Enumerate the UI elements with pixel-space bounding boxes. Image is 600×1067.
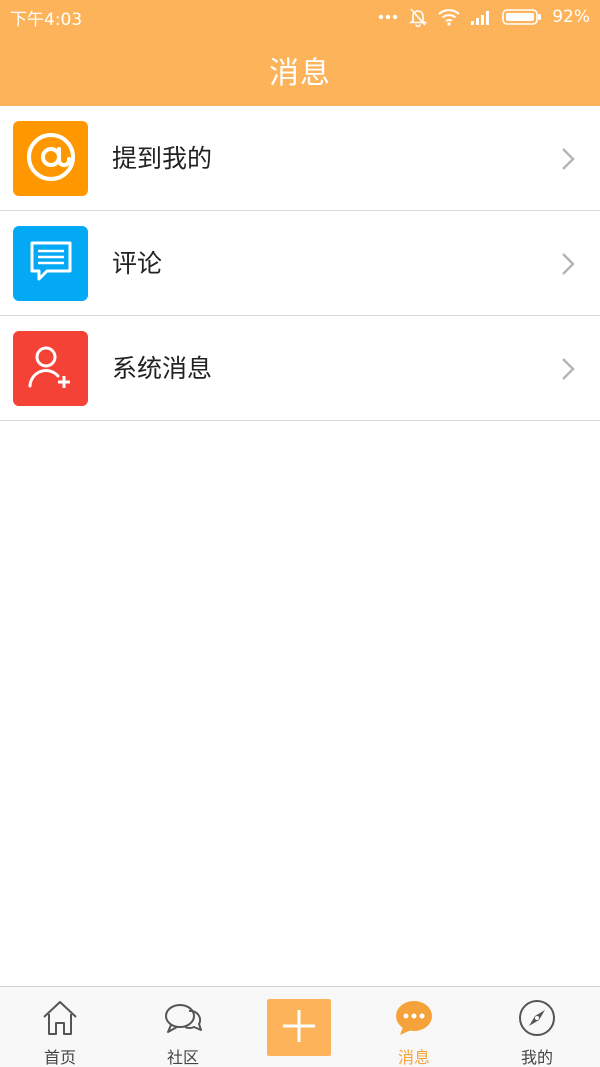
comment-icon bbox=[27, 239, 75, 289]
message-icon bbox=[394, 987, 434, 1042]
list-item-comments[interactable]: 评论 bbox=[0, 211, 600, 316]
list-item-mentions[interactable]: 提到我的 bbox=[0, 106, 600, 211]
bottom-tab-bar: 首页 社区 消息 我的 bbox=[0, 986, 600, 1067]
list-item-label: 评论 bbox=[112, 249, 163, 278]
at-icon bbox=[23, 129, 79, 189]
list-item-label: 系统消息 bbox=[112, 354, 213, 383]
list-item-system-messages[interactable]: 系统消息 bbox=[0, 316, 600, 421]
add-post-button[interactable] bbox=[267, 999, 331, 1056]
muted-bell-icon bbox=[408, 7, 428, 27]
compass-icon bbox=[517, 987, 557, 1042]
tab-community[interactable]: 社区 bbox=[123, 987, 243, 1067]
chevron-right-icon bbox=[560, 251, 576, 281]
status-icons: 92% bbox=[378, 7, 590, 27]
tab-label: 我的 bbox=[520, 1048, 553, 1067]
add-user-icon bbox=[26, 342, 76, 396]
community-icon bbox=[163, 987, 203, 1042]
status-bar: 下午4:03 92% bbox=[0, 0, 600, 34]
more-dots-icon bbox=[378, 14, 398, 20]
battery-icon bbox=[502, 8, 542, 26]
tab-messages[interactable]: 消息 bbox=[354, 987, 474, 1067]
tab-label: 社区 bbox=[166, 1048, 199, 1067]
mentions-icon-tile bbox=[13, 121, 88, 196]
tab-mine[interactable]: 我的 bbox=[477, 987, 597, 1067]
message-list: 提到我的 评论 系统消息 bbox=[0, 106, 600, 421]
tab-home[interactable]: 首页 bbox=[0, 987, 120, 1067]
tab-label: 消息 bbox=[397, 1048, 430, 1067]
home-icon bbox=[40, 987, 80, 1042]
system-icon-tile bbox=[13, 331, 88, 406]
tab-label: 首页 bbox=[43, 1048, 76, 1067]
battery-percent: 92% bbox=[552, 7, 590, 27]
wifi-icon bbox=[438, 8, 460, 26]
add-icon bbox=[279, 1006, 319, 1050]
signal-icon bbox=[470, 9, 492, 25]
comments-icon-tile bbox=[13, 226, 88, 301]
chevron-right-icon bbox=[560, 146, 576, 176]
page-title: 消息 bbox=[269, 56, 331, 91]
header: 消息 bbox=[0, 34, 600, 106]
status-time: 下午4:03 bbox=[10, 9, 83, 30]
chevron-right-icon bbox=[560, 356, 576, 386]
list-item-label: 提到我的 bbox=[112, 144, 213, 173]
